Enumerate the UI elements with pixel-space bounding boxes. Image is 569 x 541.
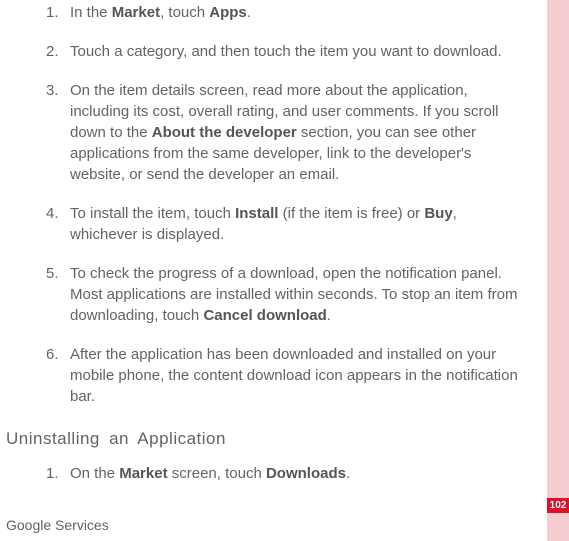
main-step: 4. To install the item, touch Install (if… bbox=[0, 203, 545, 263]
page-number-badge: 102 bbox=[547, 498, 569, 513]
step-number: 2. bbox=[46, 41, 59, 62]
section-heading-uninstalling: Uninstalling an Application bbox=[6, 429, 545, 449]
main-steps-list: 1. In the Market, touch Apps. 2. Touch a ca… bbox=[0, 2, 545, 425]
main-step: 3. On the item details screen, read more … bbox=[0, 80, 545, 203]
bold-term: Downloads bbox=[266, 465, 346, 482]
sub-step: 1. On the Market screen, touch Downloads. bbox=[0, 463, 545, 502]
step-text: After the application has been downloade… bbox=[70, 346, 518, 405]
step-text: On the Market screen, touch Downloads. bbox=[70, 465, 350, 482]
step-number: 6. bbox=[46, 344, 59, 365]
step-number: 1. bbox=[46, 463, 59, 484]
main-step: 2. Touch a category, and then touch the i… bbox=[0, 41, 545, 80]
step-number: 1. bbox=[46, 2, 59, 23]
step-number: 5. bbox=[46, 263, 59, 284]
step-text: To check the progress of a download, ope… bbox=[70, 265, 517, 324]
step-text: To install the item, touch Install (if t… bbox=[70, 205, 457, 243]
footer-text: Google Services bbox=[6, 517, 109, 533]
step-text: On the item details screen, read more ab… bbox=[70, 82, 499, 183]
bold-term: About the developer bbox=[152, 124, 297, 141]
step-text: Touch a category, and then touch the ite… bbox=[70, 43, 502, 60]
bold-term: Apps bbox=[209, 4, 247, 21]
bold-term: Install bbox=[235, 205, 278, 222]
main-step: 6. After the application has been downloa… bbox=[0, 344, 545, 425]
bold-term: Market bbox=[119, 465, 167, 482]
sub-steps-list: 1. On the Market screen, touch Downloads. bbox=[0, 463, 545, 502]
step-number: 4. bbox=[46, 203, 59, 224]
step-number: 3. bbox=[46, 80, 59, 101]
main-step: 5. To check the progress of a download, o… bbox=[0, 263, 545, 344]
bold-term: Cancel download bbox=[203, 307, 326, 324]
main-step: 1. In the Market, touch Apps. bbox=[0, 2, 545, 41]
page: 102 1. In the Market, touch Apps. 2. Touch … bbox=[0, 0, 569, 541]
bold-term: Market bbox=[112, 4, 160, 21]
content-area: 1. In the Market, touch Apps. 2. Touch a ca… bbox=[0, 0, 545, 502]
step-text: In the Market, touch Apps. bbox=[70, 4, 251, 21]
sidebar-stripe bbox=[547, 0, 569, 541]
bold-term: Buy bbox=[424, 205, 452, 222]
